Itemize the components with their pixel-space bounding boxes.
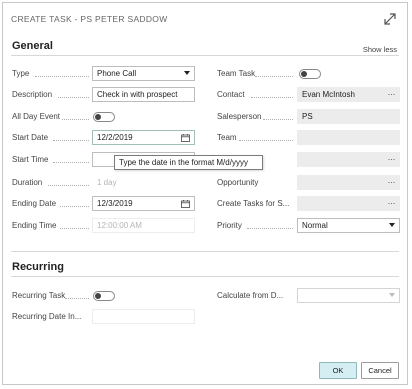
recurring-task-label: Recurring Task (12, 291, 66, 300)
ellipsis-icon[interactable]: ··· (388, 88, 396, 101)
duration-label: Duration (12, 178, 43, 187)
recurring-date-interval-row: Recurring Date In... (3, 309, 203, 325)
calculate-from-date-select[interactable] (297, 288, 400, 303)
team-task-toggle[interactable] (299, 69, 321, 79)
type-select[interactable]: Phone Call (92, 66, 195, 81)
ellipsis-icon[interactable]: ··· (388, 176, 396, 189)
contact-row: Contact Evan McIntosh ··· (213, 87, 403, 103)
dialog-title: CREATE TASK - PS PETER SADDOW (11, 14, 168, 24)
recurring-top-divider (11, 251, 399, 252)
type-row: Type Phone Call (3, 66, 203, 82)
ok-button[interactable]: OK (319, 362, 357, 379)
ending-date-input[interactable]: 12/3/2019 (92, 196, 195, 211)
all-day-event-row: All Day Event (3, 109, 203, 125)
recurring-section-heading[interactable]: Recurring (12, 261, 64, 273)
description-label: Description (12, 90, 53, 99)
ending-time-input[interactable]: 12:00:00 AM (92, 218, 195, 233)
chevron-down-icon (389, 223, 395, 227)
team-task-leader (255, 76, 293, 77)
team-task-label: Team Task (217, 69, 256, 78)
contact-leader (251, 97, 293, 98)
calendar-icon[interactable] (181, 134, 190, 142)
priority-row: Priority Normal (213, 218, 403, 234)
create-tasks-for-row: Create Tasks for S... ··· (213, 196, 403, 212)
create-tasks-for-label: Create Tasks for S... (217, 199, 290, 208)
calculate-from-date-row: Calculate from D... (213, 288, 403, 304)
opportunity-row: Opportunity ··· (213, 175, 403, 191)
ending-date-leader (60, 206, 89, 207)
ending-time-row: Ending Time 12:00:00 AM (3, 218, 203, 234)
recurring-divider (11, 276, 399, 277)
all-day-event-label: All Day Event (12, 112, 61, 121)
create-tasks-for-field[interactable]: ··· (297, 196, 400, 211)
start-date-row: Start Date 12/2/2019 (3, 130, 203, 146)
start-time-label: Start Time (12, 155, 49, 164)
opportunity-field[interactable]: ··· (297, 175, 400, 190)
recurring-date-interval-label: Recurring Date In... (12, 312, 82, 321)
description-input[interactable]: Check in with prospect (92, 87, 195, 102)
all-day-event-toggle[interactable] (93, 112, 115, 122)
general-section-heading[interactable]: General (12, 40, 53, 52)
start-time-leader (53, 162, 89, 163)
opportunity-label: Opportunity (217, 178, 259, 187)
priority-leader (247, 228, 293, 229)
cancel-button[interactable]: Cancel (361, 362, 399, 379)
priority-select[interactable]: Normal (297, 218, 400, 233)
create-task-dialog: CREATE TASK - PS PETER SADDOW General Sh… (2, 2, 408, 385)
description-row: Description Check in with prospect (3, 87, 203, 103)
date-format-tooltip: Type the date in the format M/d/yyyy (114, 155, 263, 170)
salesperson-leader (263, 119, 293, 120)
dialog-titlebar: CREATE TASK - PS PETER SADDOW (3, 3, 407, 33)
duration-row: Duration 1 day (3, 175, 203, 191)
show-less-link[interactable]: Show less (363, 45, 397, 54)
ellipsis-icon[interactable]: ··· (388, 153, 396, 166)
salesperson-row: Salesperson PS (213, 109, 403, 125)
duration-value: 1 day (92, 175, 195, 190)
team-row: Team (213, 130, 403, 146)
start-date-leader (53, 140, 89, 141)
priority-label: Priority (217, 221, 242, 230)
ending-time-leader (60, 228, 89, 229)
ellipsis-icon[interactable]: ··· (388, 197, 396, 210)
chevron-down-icon (389, 293, 395, 297)
contact-field[interactable]: Evan McIntosh ··· (297, 87, 400, 102)
team-field[interactable] (297, 130, 400, 145)
ending-time-label: Ending Time (12, 221, 57, 230)
calendar-icon[interactable] (181, 200, 190, 208)
expand-icon[interactable] (383, 12, 397, 26)
calculate-from-date-label: Calculate from D... (217, 291, 284, 300)
recurring-task-row: Recurring Task (3, 288, 203, 304)
team-leader (239, 140, 293, 141)
salesperson-field[interactable]: PS (297, 109, 400, 124)
chevron-down-icon (184, 71, 190, 75)
start-date-label: Start Date (12, 133, 49, 142)
unlabeled-lookup-field[interactable]: ··· (297, 152, 400, 167)
description-leader (58, 97, 89, 98)
type-label: Type (12, 69, 30, 78)
type-leader (35, 76, 89, 77)
duration-leader (48, 185, 89, 186)
recurring-date-interval-input[interactable] (92, 309, 195, 324)
ending-date-label: Ending Date (12, 199, 57, 208)
team-label: Team (217, 133, 237, 142)
team-task-row: Team Task (213, 66, 403, 82)
recurring-task-toggle[interactable] (93, 291, 115, 301)
all-day-event-leader (62, 119, 89, 120)
general-divider (11, 55, 399, 56)
start-date-input[interactable]: 12/2/2019 (92, 130, 195, 145)
ending-date-row: Ending Date 12/3/2019 (3, 196, 203, 212)
recurring-task-leader (65, 298, 89, 299)
salesperson-label: Salesperson (217, 112, 262, 121)
contact-label: Contact (217, 90, 245, 99)
